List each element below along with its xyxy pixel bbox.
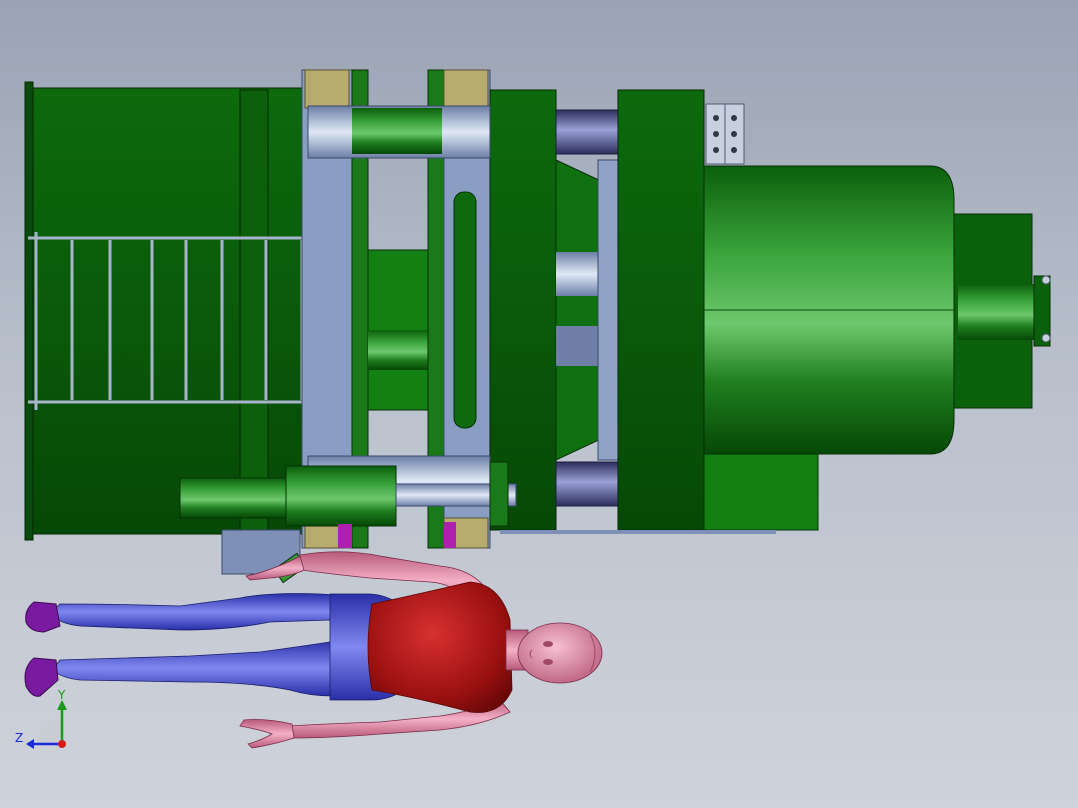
shoe-lower xyxy=(24,657,59,697)
shoe-upper xyxy=(25,601,61,633)
bushing-top-left xyxy=(304,69,350,109)
x-axis-point xyxy=(58,740,66,748)
left-end-flange xyxy=(24,81,34,541)
housing-rib xyxy=(239,89,269,531)
triad-plane xyxy=(36,718,62,744)
tie-bar-upper-right xyxy=(555,109,621,155)
shirt xyxy=(367,581,513,713)
bushing-top-mid xyxy=(443,69,489,109)
tie-bar-upper-sleeve xyxy=(352,108,442,154)
y-axis-label: Y xyxy=(57,688,66,702)
rear-platen xyxy=(617,89,705,531)
tie-bar-nuts-top xyxy=(705,103,745,165)
platen-slot xyxy=(453,191,477,429)
z-axis-label: Z xyxy=(15,731,23,745)
crosshead xyxy=(597,159,621,461)
z-arrow xyxy=(26,739,34,749)
cad-viewport[interactable]: Y Z xyxy=(0,0,1078,808)
guard-mid xyxy=(444,522,456,548)
model-scene[interactable]: Y Z xyxy=(0,0,1078,808)
rear-base xyxy=(703,453,819,531)
guard-left xyxy=(338,524,352,548)
cylinder-ram xyxy=(958,284,1034,340)
injection-cylinder xyxy=(285,465,397,527)
human-mannequin[interactable] xyxy=(24,551,603,749)
injection-cylinder-body xyxy=(179,477,301,519)
sprue-bush xyxy=(368,330,428,370)
tie-bar-lower-right xyxy=(555,461,621,507)
coordinate-triad: Y Z xyxy=(15,688,67,749)
base-rail xyxy=(500,530,776,534)
hand-lower xyxy=(239,719,295,749)
injection-machine[interactable] xyxy=(24,69,1051,584)
